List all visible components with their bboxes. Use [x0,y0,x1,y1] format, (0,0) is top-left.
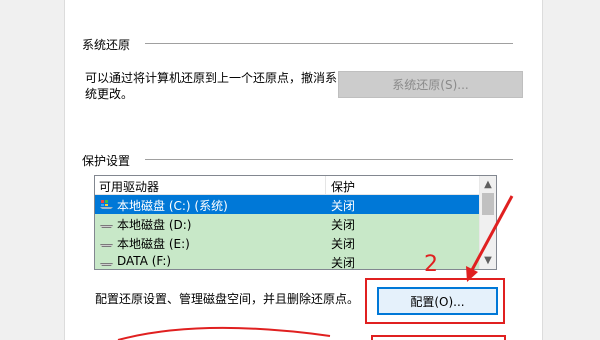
right-window-edge [542,0,600,340]
drive-list-header: 可用驱动器 保护 [95,176,480,195]
annotation-highlight-box [365,278,505,324]
column-header-protection[interactable]: 保护 [331,178,355,195]
system-restore-group-title: 系统还原 [82,38,131,52]
drive-name: 本地磁盘 (E:) [117,237,190,251]
drive-row[interactable]: 本地磁盘 (D:) 关闭 [95,214,480,233]
drive-name: 本地磁盘 (C:) (系统) [117,199,228,213]
system-restore-divider [145,43,513,44]
configure-description: 配置还原设置、管理磁盘空间，并且删除还原点。 [95,292,360,306]
scroll-up-arrow-icon[interactable]: ▲ [480,176,496,193]
drive-icon [100,263,113,266]
annotation-step-number: 2 [424,252,438,277]
drive-name: 本地磁盘 (D:) [117,218,192,232]
scroll-down-arrow-icon[interactable]: ▼ [480,252,496,269]
drive-name: DATA (F:) [117,254,172,268]
left-window-edge [0,0,65,340]
drive-protection-status: 关闭 [331,199,356,213]
drive-protection-status: 关闭 [331,237,356,251]
protection-settings-divider [145,159,513,160]
system-restore-button[interactable]: 系统还原(S)... [338,71,523,98]
column-header-drives[interactable]: 可用驱动器 [99,178,159,195]
system-restore-description: 可以通过将计算机还原到上一个还原点，撤消系 统更改。 [85,70,337,102]
drive-list-scrollbar[interactable]: ▲ ▼ [479,176,496,269]
drive-row[interactable]: DATA (F:) 关闭 [95,252,480,270]
drive-row[interactable]: 本地磁盘 (C:) (系统) 关闭 [95,195,480,214]
system-drive-icon [100,200,113,209]
drive-icon [100,225,113,228]
drive-icon [100,244,113,247]
system-restore-description-line2: 统更改。 [85,87,134,101]
column-separator[interactable] [325,176,326,195]
system-restore-description-line1: 可以通过将计算机还原到上一个还原点，撤消系 [85,71,338,85]
scroll-thumb[interactable] [482,193,494,215]
drive-protection-status: 关闭 [331,218,356,232]
drive-protection-status: 关闭 [331,256,356,270]
drive-row[interactable]: 本地磁盘 (E:) 关闭 [95,233,480,252]
protection-settings-group-title: 保护设置 [82,154,131,168]
